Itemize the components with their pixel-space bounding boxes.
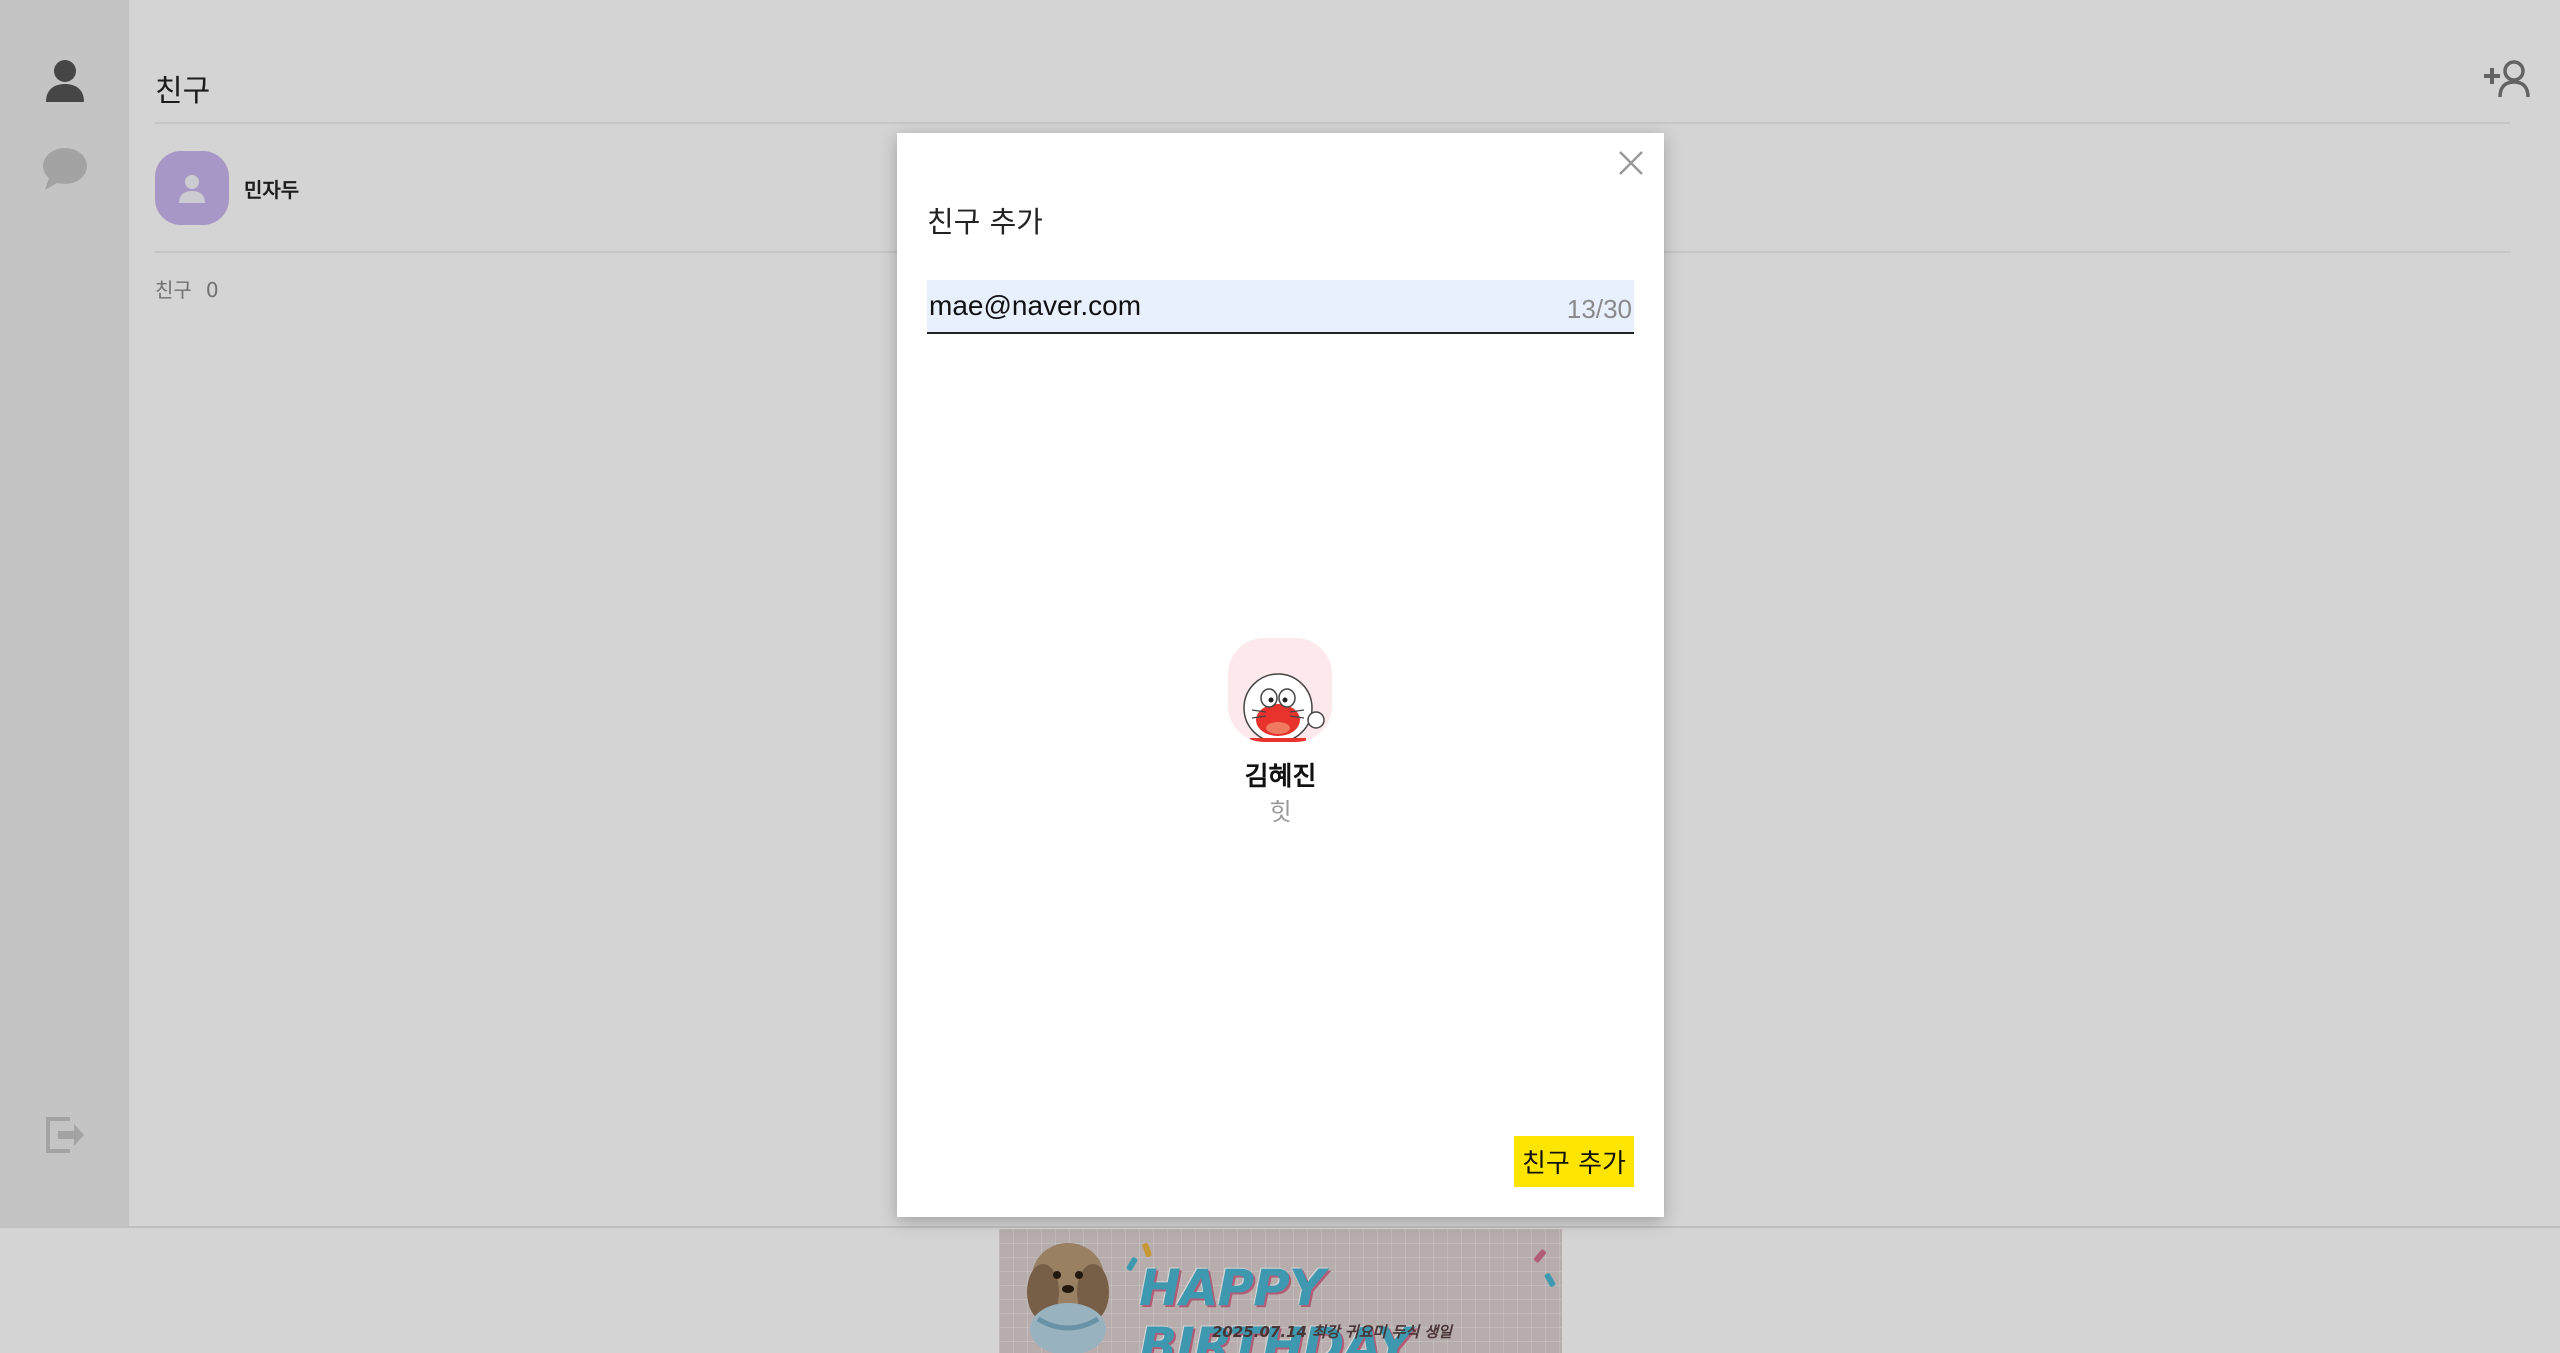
doraemon-avatar-image: [1243, 673, 1325, 742]
close-button[interactable]: [1613, 145, 1649, 181]
result-profile-avatar[interactable]: [1228, 638, 1332, 742]
result-status-message: 힛: [1269, 798, 1292, 826]
add-friend-dialog: 친구 추가 13/30 김혜진 힛 친구 추가: [897, 133, 1664, 1217]
char-counter: 13/30: [1566, 294, 1632, 324]
add-friend-confirm-button[interactable]: 친구 추가: [1514, 1136, 1634, 1187]
result-name: 김혜진: [1244, 762, 1317, 792]
dialog-title: 친구 추가: [927, 205, 1043, 239]
email-search-input[interactable]: [927, 280, 1527, 332]
close-icon: [1619, 151, 1643, 175]
search-field: 13/30: [927, 280, 1634, 334]
